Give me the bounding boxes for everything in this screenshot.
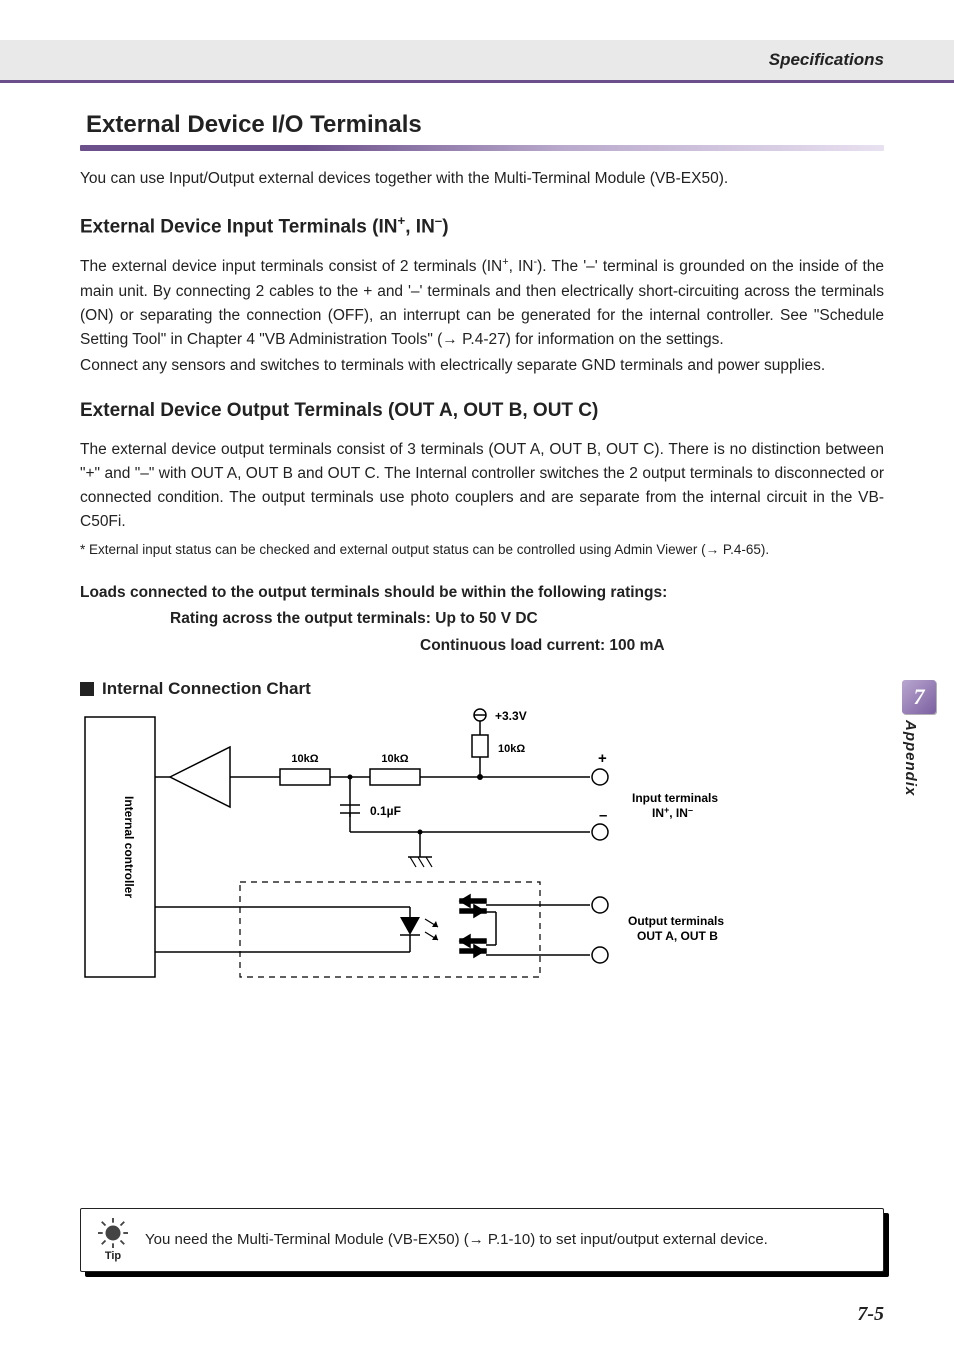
internal-connection-diagram: Internal controller 10kΩ 10kΩ 10kΩ +3.3V xyxy=(80,707,884,1012)
input-para-1: The external device input terminals cons… xyxy=(80,254,884,351)
section-title-rule xyxy=(80,145,884,151)
text: The external device input terminals cons… xyxy=(80,259,502,276)
svg-text:10kΩ: 10kΩ xyxy=(291,753,318,765)
svg-text:+3.3V: +3.3V xyxy=(495,709,527,723)
chart-heading: Internal Connection Chart xyxy=(80,679,884,699)
text: , IN xyxy=(509,259,534,276)
tip-box: Tip You need the Multi-Terminal Module (… xyxy=(80,1208,884,1272)
intro-paragraph: You can use Input/Output external device… xyxy=(80,167,884,191)
side-tab: 7 Appendix xyxy=(902,680,936,820)
input-para-2: Connect any sensors and switches to term… xyxy=(80,354,884,378)
page-number: 7-5 xyxy=(857,1303,884,1326)
output-para: The external device output terminals con… xyxy=(80,438,884,534)
input-terminals-heading: External Device Input Terminals (IN+, IN… xyxy=(80,213,884,238)
ratings-block: Loads connected to the output terminals … xyxy=(80,580,884,659)
heading-text: External Device Input Terminals (IN xyxy=(80,216,397,237)
ratings-line2: Rating across the output terminals: Up t… xyxy=(80,606,884,632)
header-rule xyxy=(0,80,954,83)
header-bar: Specifications xyxy=(0,40,954,80)
svg-text:+: + xyxy=(598,750,607,767)
section-title: External Device I/O Terminals xyxy=(80,111,884,139)
svg-text:Output terminals: Output terminals xyxy=(628,914,724,928)
svg-text:0.1µF: 0.1µF xyxy=(370,804,401,818)
svg-text:OUT A, OUT B: OUT A, OUT B xyxy=(637,929,718,943)
ratings-line3: Continuous load current: 100 mA xyxy=(80,633,884,659)
output-note: * External input status can be checked a… xyxy=(80,540,884,560)
chart-heading-text: Internal Connection Chart xyxy=(102,679,311,699)
svg-text:IN+, IN–: IN+, IN– xyxy=(652,805,693,820)
section-title-block: External Device I/O Terminals xyxy=(80,111,884,151)
output-terminals-heading: External Device Output Terminals (OUT A,… xyxy=(80,400,884,422)
controller-label: Internal controller xyxy=(122,796,136,898)
tip-icon: Tip xyxy=(91,1218,135,1262)
svg-text:10kΩ: 10kΩ xyxy=(381,753,408,765)
chapter-number: 7 xyxy=(902,680,936,714)
svg-text:–: – xyxy=(599,807,607,824)
svg-text:10kΩ: 10kΩ xyxy=(498,743,525,755)
svg-text:Input terminals: Input terminals xyxy=(632,791,718,805)
heading-text: ) xyxy=(442,216,448,237)
tip-text: You need the Multi-Terminal Module (VB-E… xyxy=(145,1229,768,1252)
ratings-line1: Loads connected to the output terminals … xyxy=(80,584,667,601)
chapter-label: Appendix xyxy=(902,720,919,796)
heading-text: , IN xyxy=(405,216,435,237)
square-bullet-icon xyxy=(80,682,94,696)
tip-label: Tip xyxy=(91,1250,135,1262)
breadcrumb: Specifications xyxy=(769,50,884,70)
